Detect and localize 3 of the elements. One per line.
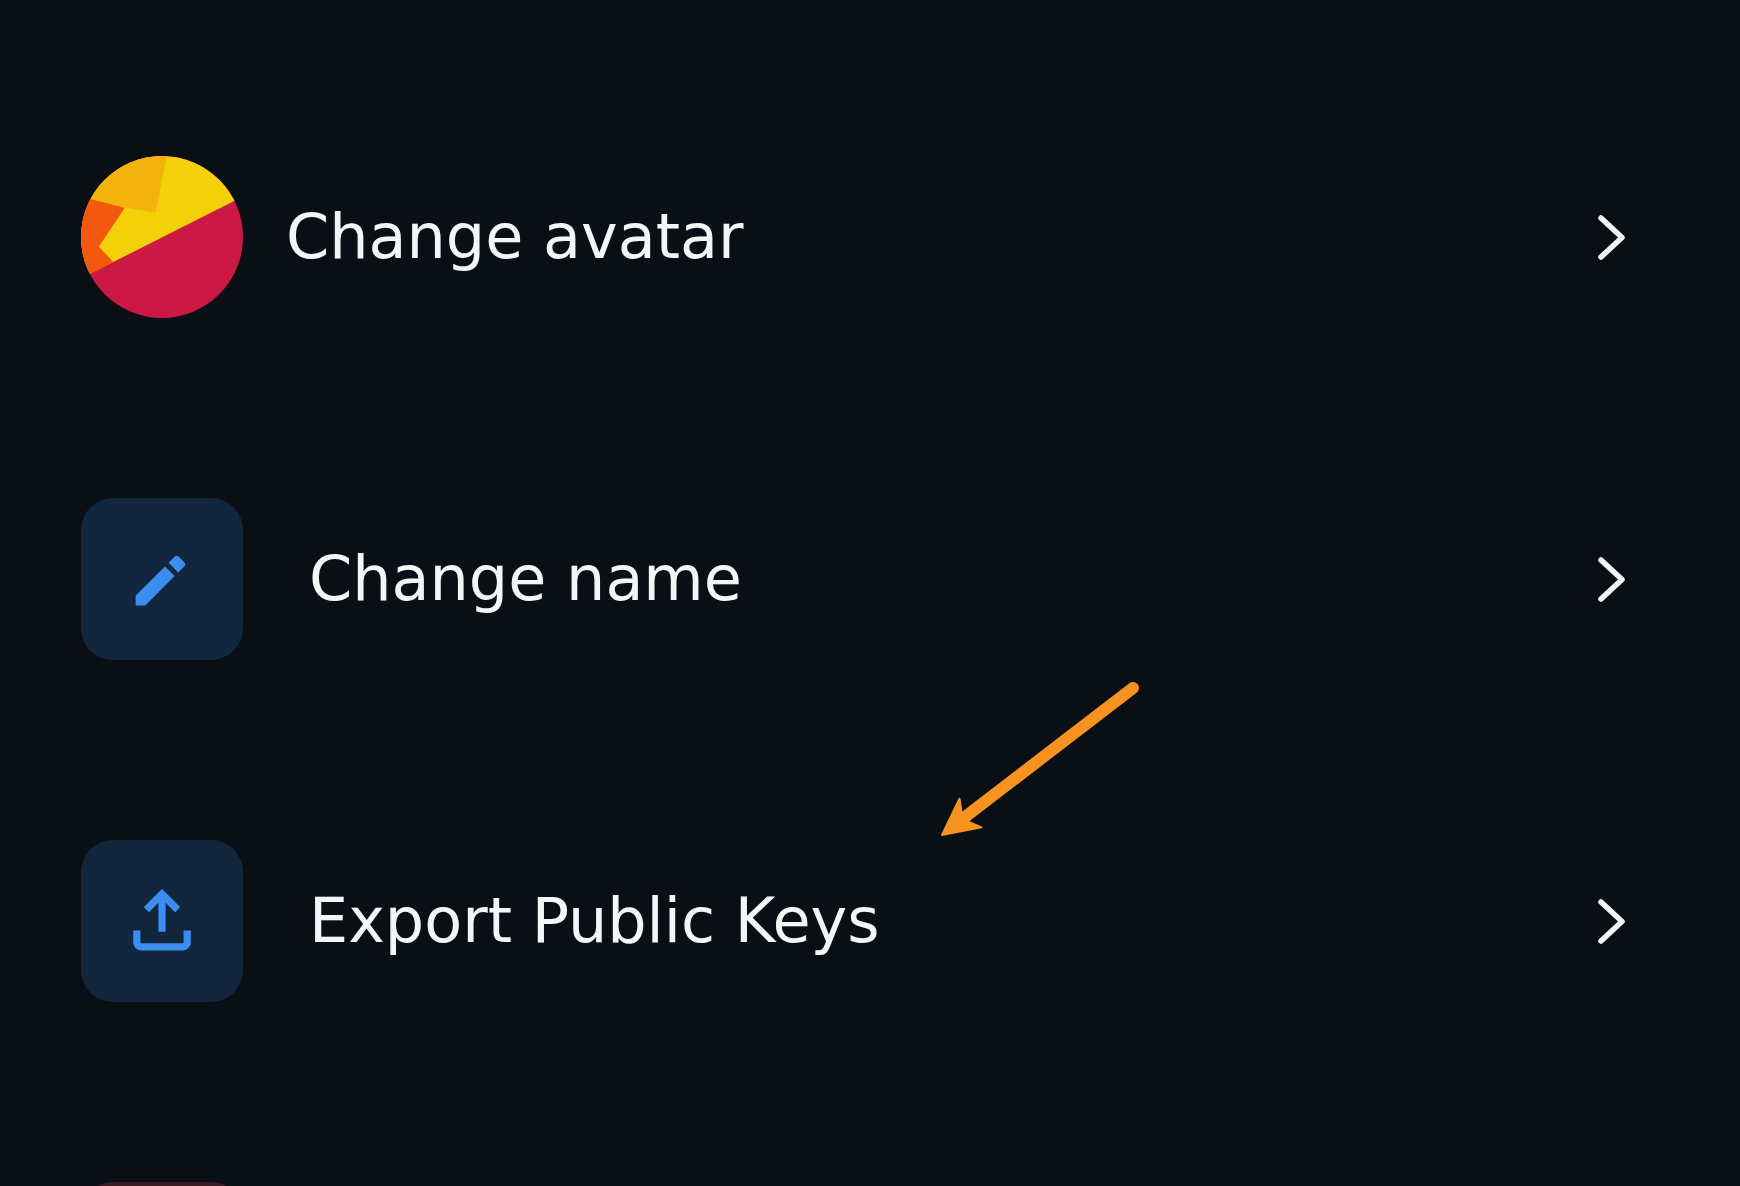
chevron-right-icon [1597,213,1627,261]
chevron-right-icon [1597,897,1627,945]
chevron-right-icon [1597,555,1627,603]
